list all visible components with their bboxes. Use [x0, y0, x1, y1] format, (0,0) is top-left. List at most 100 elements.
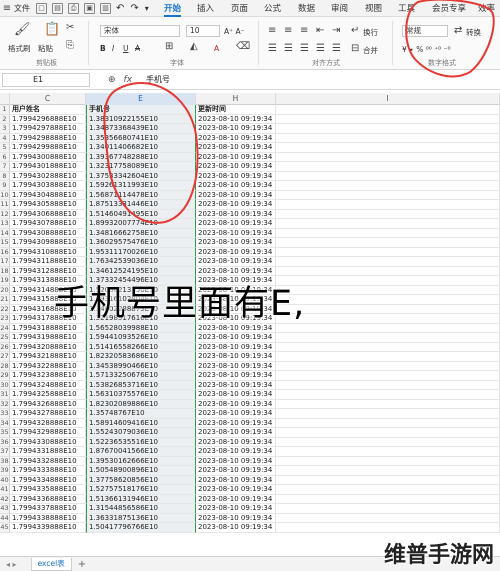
- empty-cell[interactable]: [276, 133, 500, 143]
- row-number[interactable]: 19: [0, 276, 10, 286]
- empty-cell[interactable]: [276, 209, 500, 219]
- row-number[interactable]: 23: [0, 314, 10, 324]
- cell-phone[interactable]: 1.82302089886E10: [86, 399, 196, 409]
- empty-cell[interactable]: [276, 276, 500, 286]
- cell-updated[interactable]: 2023-08-10 09:19:34: [196, 485, 276, 495]
- menu-hamburger-icon[interactable]: ≡: [0, 3, 14, 14]
- cell-updated[interactable]: 2023-08-10 09:19:34: [196, 333, 276, 343]
- sheet-tab[interactable]: excel表: [30, 557, 72, 571]
- cell-name[interactable]: 1.7994329888E10: [10, 428, 86, 438]
- cell-phone[interactable]: 1.59441093526E10: [86, 333, 196, 343]
- cell-name[interactable]: 1.7994297888E10: [10, 124, 86, 134]
- row-number[interactable]: 12: [0, 209, 10, 219]
- cell-updated[interactable]: 2023-08-10 09:19:34: [196, 361, 276, 371]
- cell-updated[interactable]: 2023-08-10 09:19:34: [196, 200, 276, 210]
- cell-name[interactable]: 1.7994338888E10: [10, 513, 86, 523]
- cell-updated[interactable]: 2023-08-10 09:19:34: [196, 171, 276, 181]
- copy-icon[interactable]: ⎘: [66, 41, 74, 51]
- row-number[interactable]: 27: [0, 352, 10, 362]
- cell-name[interactable]: 1.7994306888E10: [10, 209, 86, 219]
- tab-review[interactable]: 审阅: [331, 2, 348, 14]
- row-number[interactable]: 28: [0, 361, 10, 371]
- redo-icon[interactable]: ↷: [130, 3, 138, 14]
- empty-cell[interactable]: [276, 181, 500, 191]
- cell-updated[interactable]: 2023-08-10 09:19:34: [196, 504, 276, 514]
- cell-name[interactable]: 1.7994337888E10: [10, 504, 86, 514]
- font-color-icon[interactable]: A: [214, 44, 219, 53]
- cell-updated[interactable]: 2023-08-10 09:19:34: [196, 523, 276, 533]
- row-number[interactable]: 45: [0, 523, 10, 533]
- cell-updated[interactable]: 2023-08-10 09:19:34: [196, 152, 276, 162]
- cell-name[interactable]: 1.7994323888E10: [10, 371, 86, 381]
- cell-name[interactable]: 1.7994335888E10: [10, 485, 86, 495]
- cell-name[interactable]: 1.7994331888E10: [10, 447, 86, 457]
- tab-data[interactable]: 数据: [298, 2, 315, 14]
- row-number[interactable]: 24: [0, 323, 10, 333]
- cell-phone[interactable]: 1.39530162666E10: [86, 456, 196, 466]
- empty-cell[interactable]: [276, 447, 500, 457]
- row-number[interactable]: 36: [0, 437, 10, 447]
- cell-updated[interactable]: 2023-08-10 09:19:34: [196, 190, 276, 200]
- empty-cell[interactable]: [276, 342, 500, 352]
- cell-phone[interactable]: 1.55243079036E10: [86, 428, 196, 438]
- empty-cell[interactable]: [276, 219, 500, 229]
- convert-button[interactable]: 转换: [466, 27, 481, 38]
- row-number[interactable]: 11: [0, 200, 10, 210]
- merge-icon[interactable]: ⊟: [351, 44, 359, 54]
- format-painter-icon[interactable]: 🖌: [14, 23, 31, 36]
- cell-name[interactable]: 1.7994300888E10: [10, 152, 86, 162]
- font-size-select[interactable]: 10: [186, 25, 220, 37]
- export-icon[interactable]: ▥: [100, 2, 111, 14]
- formula-input[interactable]: 手机号: [146, 74, 170, 85]
- indent-increase-icon[interactable]: ⇥: [332, 26, 340, 36]
- row-number[interactable]: 2: [0, 114, 10, 124]
- cell-phone[interactable]: 1.37758620856E10: [86, 475, 196, 485]
- row-number[interactable]: 34: [0, 418, 10, 428]
- cell-phone[interactable]: 1.39367748288E10: [86, 152, 196, 162]
- merge-button[interactable]: 合并: [363, 45, 378, 56]
- cell-updated[interactable]: 2023-08-10 09:19:34: [196, 133, 276, 143]
- cell-name[interactable]: 1.7994324888E10: [10, 380, 86, 390]
- row-number[interactable]: 7: [0, 162, 10, 172]
- row-number[interactable]: 9: [0, 181, 10, 191]
- row-number[interactable]: 43: [0, 504, 10, 514]
- row-number[interactable]: 5: [0, 143, 10, 153]
- empty-cell[interactable]: [276, 190, 500, 200]
- cell-updated[interactable]: 2023-08-10 09:19:34: [196, 352, 276, 362]
- empty-cell[interactable]: [276, 105, 500, 115]
- underline-icon[interactable]: U: [123, 44, 129, 53]
- empty-cell[interactable]: [276, 437, 500, 447]
- cell-phone[interactable]: 1.34538990466E10: [86, 361, 196, 371]
- empty-cell[interactable]: [276, 228, 500, 238]
- cell-updated[interactable]: 2023-08-10 09:19:34: [196, 475, 276, 485]
- empty-cell[interactable]: [276, 466, 500, 476]
- cell-name[interactable]: 1.7994309888E10: [10, 238, 86, 248]
- empty-cell[interactable]: [276, 418, 500, 428]
- empty-cell[interactable]: [276, 361, 500, 371]
- cell-name[interactable]: 1.7994296888E10: [10, 114, 86, 124]
- row-number[interactable]: 26: [0, 342, 10, 352]
- row-number[interactable]: 38: [0, 456, 10, 466]
- convert-icon[interactable]: ⇄: [454, 26, 462, 36]
- tab-membership[interactable]: 会员专享: [432, 2, 466, 14]
- save-icon[interactable]: ▢: [36, 2, 47, 14]
- cell-phone[interactable]: 1.51416558266E10: [86, 342, 196, 352]
- cut-icon[interactable]: ✂: [66, 23, 74, 33]
- preview-icon[interactable]: ▣: [84, 2, 95, 14]
- empty-cell[interactable]: [276, 494, 500, 504]
- cell-phone[interactable]: 1.57133250676E10: [86, 371, 196, 381]
- empty-cell[interactable]: [276, 238, 500, 248]
- border-icon[interactable]: ⊞: [165, 42, 173, 52]
- empty-cell[interactable]: [276, 485, 500, 495]
- empty-cell[interactable]: [276, 314, 500, 324]
- empty-cell[interactable]: [276, 304, 500, 314]
- cell-name[interactable]: 1.7994319888E10: [10, 333, 86, 343]
- cell-phone[interactable]: 1.52757518176E10: [86, 485, 196, 495]
- cell-name[interactable]: 1.7994298888E10: [10, 133, 86, 143]
- cell-updated[interactable]: 2023-08-10 09:19:34: [196, 371, 276, 381]
- row-number[interactable]: 4: [0, 133, 10, 143]
- cell-updated[interactable]: 2023-08-10 09:19:34: [196, 466, 276, 476]
- cell-updated[interactable]: 2023-08-10 09:19:34: [196, 418, 276, 428]
- cell-updated[interactable]: 2023-08-10 09:19:34: [196, 456, 276, 466]
- cell-phone[interactable]: 1.82320583686E10: [86, 352, 196, 362]
